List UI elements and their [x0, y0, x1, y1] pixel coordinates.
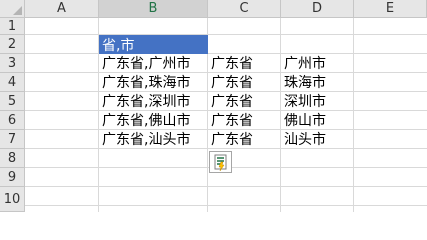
row-header-8[interactable]: 8 — [0, 149, 25, 168]
column-header-c[interactable]: C — [208, 0, 281, 18]
gridline — [25, 186, 427, 187]
cell-b5[interactable]: 广东省,深圳市 — [99, 92, 208, 110]
row-header-3[interactable]: 3 — [0, 54, 25, 73]
flash-fill-options-button[interactable] — [209, 151, 232, 173]
cell-c4[interactable]: 广东省 — [208, 73, 281, 91]
cell-d5[interactable]: 深圳市 — [281, 92, 354, 110]
select-all-button[interactable] — [0, 0, 25, 18]
row-header-4[interactable]: 4 — [0, 73, 25, 92]
cell-d7[interactable]: 汕头市 — [281, 130, 354, 148]
column-header-a[interactable]: A — [25, 0, 99, 18]
cell-c5[interactable]: 广东省 — [208, 92, 281, 110]
cell-d6[interactable]: 佛山市 — [281, 111, 354, 129]
cell-c3[interactable]: 广东省 — [208, 54, 281, 72]
cell-b2[interactable]: 省,市 — [99, 35, 208, 54]
column-header-d[interactable]: D — [281, 0, 354, 18]
cell-c7[interactable]: 广东省 — [208, 130, 281, 148]
row-header-10[interactable]: 10 — [0, 187, 25, 212]
row-header-5[interactable]: 5 — [0, 92, 25, 111]
flash-fill-options-icon — [214, 154, 227, 172]
row-header-6[interactable]: 6 — [0, 111, 25, 130]
cell-c6[interactable]: 广东省 — [208, 111, 281, 129]
cell-d4[interactable]: 珠海市 — [281, 73, 354, 91]
row-header-9[interactable]: 9 — [0, 168, 25, 187]
select-all-triangle-icon — [13, 6, 22, 15]
gridline — [25, 205, 427, 206]
cell-b3[interactable]: 广东省,广州市 — [99, 54, 208, 72]
cell-b6[interactable]: 广东省,佛山市 — [99, 111, 208, 129]
cell-b7[interactable]: 广东省,汕头市 — [99, 130, 208, 148]
gridline — [25, 34, 427, 35]
row-header-7[interactable]: 7 — [0, 130, 25, 149]
column-header-b[interactable]: B — [99, 0, 208, 18]
spreadsheet-grid: A B C D E 1 2 3 4 5 6 7 8 9 10 省,市 广东省,广… — [0, 0, 427, 212]
cell-b4[interactable]: 广东省,珠海市 — [99, 73, 208, 91]
row-header-1[interactable]: 1 — [0, 18, 25, 35]
gridline — [25, 148, 427, 149]
column-header-e[interactable]: E — [354, 0, 427, 18]
row-header-2[interactable]: 2 — [0, 35, 25, 54]
cell-d3[interactable]: 广州市 — [281, 54, 354, 72]
